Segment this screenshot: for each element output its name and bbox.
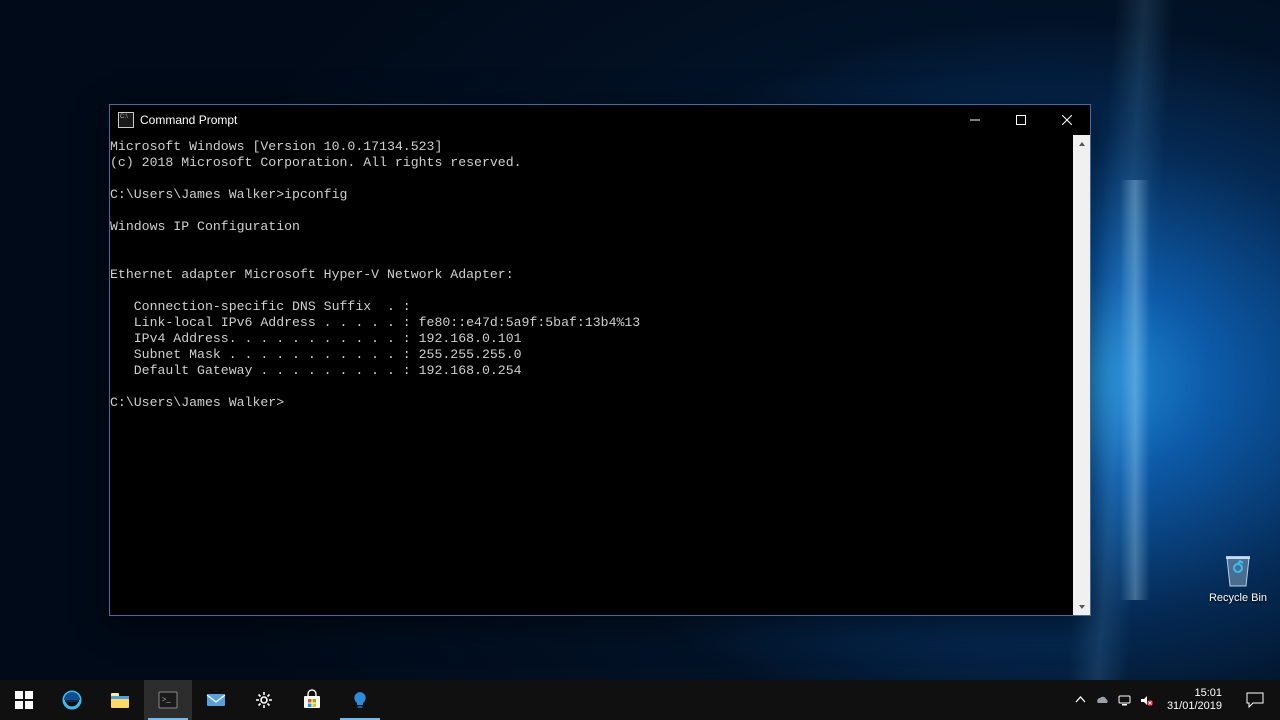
taskbar-mail[interactable] <box>192 680 240 720</box>
taskbar-command-prompt[interactable]: >_ <box>144 680 192 720</box>
scroll-up-button[interactable] <box>1073 135 1090 152</box>
scroll-down-button[interactable] <box>1073 598 1090 615</box>
taskbar-clock[interactable]: 15:01 31/01/2019 <box>1161 687 1228 713</box>
taskbar-store[interactable] <box>288 680 336 720</box>
cmd-icon <box>118 112 134 128</box>
titlebar[interactable]: Command Prompt <box>110 105 1090 135</box>
window-title: Command Prompt <box>140 113 237 127</box>
start-button[interactable] <box>0 680 48 720</box>
vertical-scrollbar[interactable] <box>1073 135 1090 615</box>
terminal-output[interactable]: Microsoft Windows [Version 10.0.17134.52… <box>110 135 1073 615</box>
volume-icon[interactable] <box>1139 692 1155 708</box>
taskbar-tips[interactable] <box>336 680 384 720</box>
clock-date: 31/01/2019 <box>1167 700 1222 713</box>
taskbar-edge[interactable] <box>48 680 96 720</box>
tray-overflow-icon[interactable] <box>1073 692 1089 708</box>
maximize-button[interactable] <box>998 105 1044 135</box>
svg-text:>_: >_ <box>162 695 172 704</box>
clock-time: 15:01 <box>1167 687 1222 700</box>
action-center-button[interactable] <box>1234 692 1276 708</box>
command-prompt-window: Command Prompt Microsoft Windows [Versio… <box>110 105 1090 615</box>
recycle-bin-label: Recycle Bin <box>1208 592 1268 604</box>
system-tray[interactable]: 15:01 31/01/2019 <box>1069 680 1280 720</box>
taskbar: >_ 15:01 31/01/2019 <box>0 680 1280 720</box>
wallpaper-beam <box>1120 180 1150 600</box>
network-icon[interactable] <box>1117 692 1133 708</box>
scroll-track[interactable] <box>1073 152 1090 598</box>
taskbar-settings[interactable] <box>240 680 288 720</box>
minimize-button[interactable] <box>952 105 998 135</box>
taskbar-file-explorer[interactable] <box>96 680 144 720</box>
close-button[interactable] <box>1044 105 1090 135</box>
recycle-bin-icon[interactable]: Recycle Bin <box>1208 548 1268 604</box>
onedrive-icon[interactable] <box>1095 692 1111 708</box>
